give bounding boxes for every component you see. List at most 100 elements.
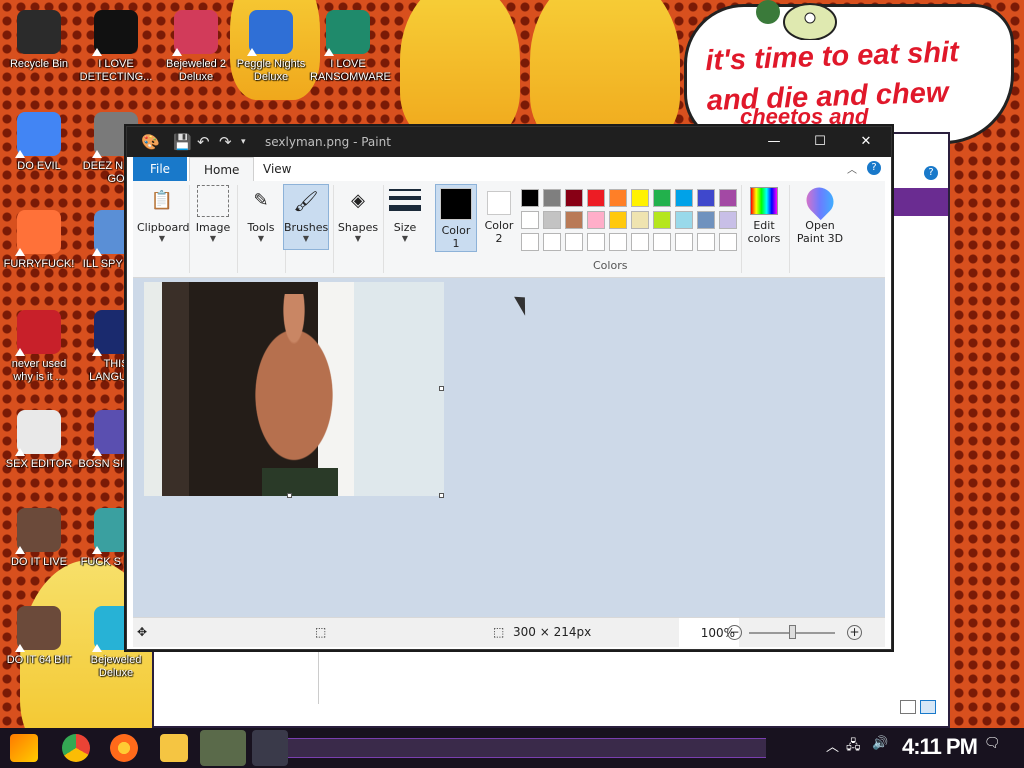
close-button[interactable]: ✕ xyxy=(843,127,889,157)
palette-swatch[interactable] xyxy=(719,211,737,229)
zoom-in-button[interactable]: + xyxy=(847,625,862,640)
view-large-icon[interactable] xyxy=(920,700,936,714)
ribbon-home: 📋 Clipboard ▼ Image ▼ ✎ Tools ▼ 🖌 Brushe… xyxy=(133,181,885,278)
edit-colors-button[interactable]: Edit colors xyxy=(743,187,785,245)
palette-swatch[interactable] xyxy=(653,189,671,207)
maximize-button[interactable]: ☐ xyxy=(797,127,843,157)
palette-swatch[interactable] xyxy=(631,233,649,251)
tools-button[interactable]: ✎ Tools ▼ xyxy=(241,185,281,243)
palette-swatch[interactable] xyxy=(565,211,583,229)
resize-handle-corner[interactable] xyxy=(439,493,444,498)
palette-swatch[interactable] xyxy=(697,233,715,251)
palette-swatch[interactable] xyxy=(719,189,737,207)
redo-icon[interactable]: ↷ xyxy=(219,133,232,151)
help-icon[interactable]: ? xyxy=(924,166,938,180)
paint-window: 🎨 💾 ↶ ↷ ▾ sexlyman.png - Paint — ☐ ✕ Fil… xyxy=(126,126,892,650)
zoom-slider-thumb[interactable] xyxy=(789,625,796,639)
brushes-button[interactable]: 🖌 Brushes ▼ xyxy=(283,184,329,250)
desktop-icon[interactable]: SEX EDITOR xyxy=(1,410,77,471)
resize-handle-right[interactable] xyxy=(439,386,444,391)
network-icon[interactable]: 🖧 xyxy=(846,736,861,758)
desktop-icon[interactable]: never used why is it ... xyxy=(1,310,77,384)
taskbar-paint-button[interactable] xyxy=(252,730,288,766)
quick-access-dropdown-icon[interactable]: ▾ xyxy=(241,137,246,147)
palette-swatch[interactable] xyxy=(609,211,627,229)
tab-view[interactable]: View xyxy=(249,157,305,181)
start-button[interactable] xyxy=(10,734,38,762)
desktop-icon[interactable]: DO IT LIVE xyxy=(1,508,77,569)
firefox-icon[interactable] xyxy=(110,734,138,762)
palette-swatch[interactable] xyxy=(565,189,583,207)
palette-swatch[interactable] xyxy=(697,189,715,207)
palette-swatch[interactable] xyxy=(587,211,605,229)
palette-swatch[interactable] xyxy=(653,233,671,251)
shortcut-arrow-icon xyxy=(92,48,102,56)
minimize-button[interactable]: — xyxy=(751,127,797,157)
image-button[interactable]: Image ▼ xyxy=(193,185,233,243)
palette-swatch[interactable] xyxy=(631,211,649,229)
image-size-icon: ⬚ xyxy=(493,625,505,639)
save-icon[interactable]: 💾 xyxy=(173,133,192,151)
palette-swatch[interactable] xyxy=(587,189,605,207)
palette-swatch[interactable] xyxy=(675,233,693,251)
size-label: Size xyxy=(393,221,417,234)
background-window-searchbar[interactable] xyxy=(892,188,948,216)
taskbar-publisher-button[interactable] xyxy=(200,730,246,766)
clock[interactable]: 4:11 PM xyxy=(902,734,978,760)
desktop-icon[interactable]: FURRYFUCK! xyxy=(1,210,77,271)
taskbar-decoration xyxy=(256,738,766,758)
desktop-icon[interactable]: Recycle Bin xyxy=(1,10,77,71)
palette-swatch[interactable] xyxy=(565,233,583,251)
canvas-image[interactable] xyxy=(144,282,444,496)
chrome-icon[interactable] xyxy=(62,734,90,762)
chevron-down-icon: ▼ xyxy=(209,234,217,243)
help-icon[interactable]: ? xyxy=(867,161,881,175)
palette-swatch[interactable] xyxy=(521,211,539,229)
tab-file[interactable]: File xyxy=(133,157,187,181)
file-explorer-icon[interactable] xyxy=(160,734,188,762)
palette-swatch[interactable] xyxy=(543,233,561,251)
shapes-button[interactable]: ◈ Shapes ▼ xyxy=(337,185,379,243)
desktop-icon[interactable]: Bejeweled 2 Deluxe xyxy=(158,10,234,84)
resize-handle-bottom[interactable] xyxy=(287,493,292,498)
selection-size-icon: ⬚ xyxy=(315,625,327,639)
clipboard-button[interactable]: 📋 Clipboard ▼ xyxy=(137,185,190,243)
zoom-out-button[interactable]: − xyxy=(727,625,742,640)
view-details-icon[interactable] xyxy=(900,700,916,714)
cursor-position-icon: ✥ xyxy=(137,625,148,639)
canvas-area[interactable] xyxy=(133,278,885,617)
open-paint3d-button[interactable]: Open Paint 3D xyxy=(793,181,847,245)
collapse-ribbon-icon[interactable]: ︿ xyxy=(847,161,857,176)
chevron-down-icon: ▼ xyxy=(401,234,409,243)
desktop-icon[interactable]: DO EVIL xyxy=(1,112,77,173)
palette-swatch[interactable] xyxy=(675,211,693,229)
palette-swatch[interactable] xyxy=(719,233,737,251)
desktop-icon[interactable]: DO IT 64 BIT xyxy=(1,606,77,667)
desktop-icon[interactable]: I LOVE RANSOMWARE xyxy=(310,10,391,84)
color1-number: 1 xyxy=(452,237,460,250)
palette-swatch[interactable] xyxy=(631,189,649,207)
palette-swatch[interactable] xyxy=(521,189,539,207)
desktop-icon[interactable]: Peggle Nights Deluxe xyxy=(233,10,309,84)
tools-label: Tools xyxy=(247,221,275,234)
color2-button[interactable]: Color 2 xyxy=(481,187,517,245)
tab-home[interactable]: Home xyxy=(189,157,255,181)
color1-button[interactable]: Color 1 xyxy=(435,184,477,252)
palette-swatch[interactable] xyxy=(521,233,539,251)
desktop-icon[interactable]: I LOVE DETECTING... xyxy=(78,10,154,84)
volume-icon[interactable]: 🔊 xyxy=(872,736,888,751)
show-hidden-icons-icon[interactable]: ︿ xyxy=(826,736,839,755)
palette-swatch[interactable] xyxy=(697,211,715,229)
notifications-icon[interactable]: 🗨 xyxy=(984,736,1001,751)
palette-swatch[interactable] xyxy=(675,189,693,207)
palette-swatch[interactable] xyxy=(609,233,627,251)
palette-swatch[interactable] xyxy=(587,233,605,251)
undo-icon[interactable]: ↶ xyxy=(197,133,210,151)
shortcut-arrow-icon xyxy=(15,644,25,652)
size-button[interactable]: Size ▼ xyxy=(387,185,423,243)
palette-swatch[interactable] xyxy=(609,189,627,207)
title-bar[interactable]: 🎨 💾 ↶ ↷ ▾ sexlyman.png - Paint — ☐ ✕ xyxy=(127,127,891,157)
palette-swatch[interactable] xyxy=(543,211,561,229)
palette-swatch[interactable] xyxy=(543,189,561,207)
palette-swatch[interactable] xyxy=(653,211,671,229)
